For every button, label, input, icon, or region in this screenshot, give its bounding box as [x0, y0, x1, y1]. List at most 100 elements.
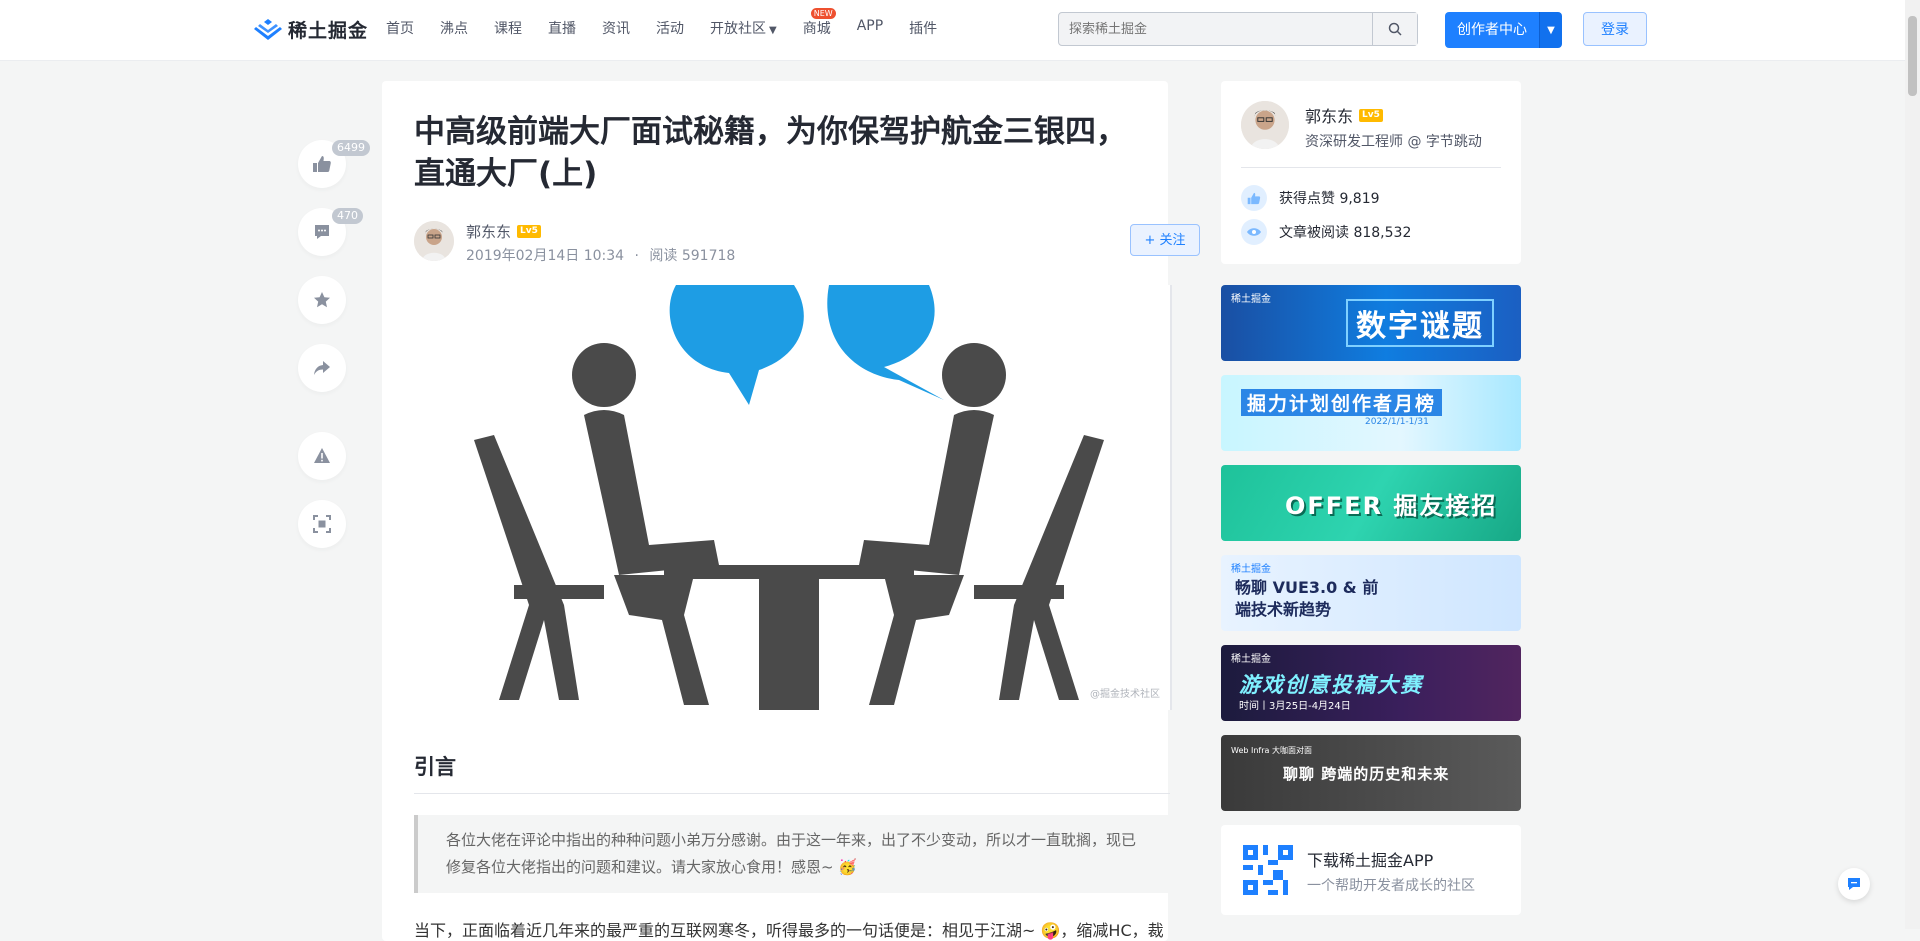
- banner-tag: 稀土掘金: [1231, 564, 1271, 575]
- search-box: [1058, 12, 1418, 46]
- banner-creator-ranking[interactable]: 掘力计划创作者月榜 2022/1/1-1/31: [1221, 375, 1521, 451]
- author-card: 郭东东 Lv5 资深研发工程师 @ 字节跳动 获得点赞 9,819 文章被阅读 …: [1221, 81, 1521, 264]
- article-author-info: 郭东东 Lv5 2019年02月14日 10:34 · 阅读 591718 + …: [414, 221, 1200, 265]
- star-icon: [314, 292, 330, 308]
- reads-label: 文章被阅读: [1279, 225, 1349, 241]
- article-meta: 2019年02月14日 10:34 · 阅读 591718: [466, 245, 735, 265]
- banner-title: 掘力计划创作者月榜: [1241, 389, 1443, 416]
- favorite-button[interactable]: [298, 276, 346, 324]
- app-download-card[interactable]: 下载稀土掘金APP 一个帮助开发者成长的社区: [1221, 825, 1521, 915]
- nav-live[interactable]: 直播: [548, 18, 576, 38]
- app-download-subtitle: 一个帮助开发者成长的社区: [1307, 878, 1475, 894]
- nav-plugins[interactable]: 插件: [909, 18, 937, 38]
- banner-tag: 稀土掘金: [1231, 294, 1271, 305]
- juejin-logo-icon: [254, 18, 282, 40]
- thumbs-up-icon: [313, 156, 331, 172]
- level-badge: Lv5: [1359, 108, 1383, 122]
- eye-icon: [1241, 219, 1267, 245]
- level-badge: Lv5: [517, 225, 541, 238]
- comment-button[interactable]: 470: [298, 208, 363, 256]
- logo-text: 稀土掘金: [288, 20, 369, 42]
- author-avatar-image: [414, 221, 454, 261]
- nav-shop[interactable]: 商城 NEW: [802, 8, 836, 38]
- like-button[interactable]: 6499: [298, 140, 370, 188]
- cover-watermark: @掘金技术社区: [1090, 689, 1160, 700]
- nav-open-community[interactable]: 开放社区 ▼: [710, 18, 777, 38]
- article-main: 中高级前端大厂面试秘籍，为你保驾护航金三银四，直通大厂(上) 郭东东 Lv5 2…: [382, 81, 1200, 941]
- author-card-name[interactable]: 郭东东: [1305, 103, 1353, 127]
- banner-tag: 稀土掘金: [1231, 654, 1271, 665]
- banner-title: 聊聊 跨端的历史和未来: [1283, 764, 1450, 783]
- likes-label: 获得点赞: [1279, 191, 1335, 207]
- chat-icon: [1848, 878, 1860, 890]
- author-avatar-image: [1241, 101, 1289, 149]
- author-name-row: 郭东东 Lv5: [466, 221, 541, 242]
- like-count: 6499: [332, 140, 370, 156]
- banner-game-contest[interactable]: 稀土掘金 游戏创意投稿大赛 时间丨3月25日-4月24日: [1221, 645, 1521, 721]
- top-navbar: 稀土掘金 首页 沸点 课程 直播 资讯 活动 开放社区 ▼ 商城 NEW APP 插…: [0, 0, 1905, 61]
- login-button[interactable]: 登录: [1583, 12, 1647, 46]
- search-icon: [1388, 22, 1402, 36]
- nav-news[interactable]: 资讯: [602, 18, 630, 38]
- banner-title: 数字谜题: [1346, 299, 1494, 347]
- banner-title: OFFER 掘友接招: [1285, 491, 1498, 520]
- reads-value: 818,532: [1353, 225, 1412, 241]
- publish-date: 2019年02月14日 10:34: [466, 248, 625, 264]
- nav-shop-label: 商城: [802, 21, 831, 37]
- creator-dropdown-button[interactable]: ▼: [1539, 12, 1562, 48]
- report-button[interactable]: [298, 432, 346, 480]
- page-scrollbar[interactable]: [1905, 0, 1920, 929]
- scrollbar-thumb[interactable]: [1908, 16, 1917, 96]
- nav-events[interactable]: 活动: [656, 18, 684, 38]
- reads-stat: 文章被阅读 818,532: [1241, 219, 1411, 245]
- thumbs-up-icon: [1241, 185, 1267, 211]
- meta-separator: ·: [634, 248, 639, 264]
- nav-open-community-label: 开放社区: [710, 21, 766, 37]
- app-download-title: 下载稀土掘金APP: [1307, 851, 1434, 870]
- avatar[interactable]: [1241, 101, 1289, 149]
- likes-value: 9,819: [1339, 191, 1380, 207]
- banner-number-puzzle[interactable]: 稀土掘金 数字谜题: [1221, 285, 1521, 361]
- warning-icon: [314, 448, 330, 463]
- article-title: 中高级前端大厂面试秘籍，为你保驾护航金三银四，直通大厂(上): [414, 114, 1127, 192]
- creator-center: 创作者中心 ▼: [1445, 12, 1562, 48]
- likes-stat: 获得点赞 9,819: [1241, 185, 1380, 211]
- nav-courses[interactable]: 课程: [494, 18, 522, 38]
- nav-home[interactable]: 首页: [386, 18, 414, 38]
- caret-down-icon: ▼: [1547, 24, 1555, 36]
- logo[interactable]: 稀土掘金: [254, 16, 368, 43]
- banner-cross-platform[interactable]: Web Infra 大咖面对面 聊聊 跨端的历史和未来: [1221, 735, 1521, 811]
- share-icon: [314, 361, 330, 375]
- nav-app[interactable]: APP: [857, 18, 883, 38]
- blockquote: 各位大佬在评论中指出的种种问题小弟万分感谢。由于这一年来，出了不少变动，所以才一…: [414, 815, 1170, 893]
- banner-subtitle: 2022/1/1-1/31: [1365, 417, 1429, 427]
- banner-title: 游戏创意投稿大赛: [1239, 673, 1423, 697]
- fullscreen-icon: [313, 515, 331, 533]
- main-nav: 首页 沸点 课程 直播 资讯 活动 开放社区 ▼ 商城 NEW APP 插件: [386, 8, 963, 38]
- avatar[interactable]: [414, 221, 454, 261]
- new-badge: NEW: [810, 8, 836, 19]
- share-button[interactable]: [298, 344, 346, 392]
- banner-title: 畅聊 VUE3.0 & 前端技术新趋势: [1235, 578, 1379, 619]
- chevron-down-icon: ▼: [769, 25, 777, 36]
- follow-button[interactable]: + 关注: [1130, 224, 1200, 256]
- focus-mode-button[interactable]: [298, 500, 346, 548]
- comment-icon: [315, 225, 329, 239]
- banner-subtitle: 时间丨3月25日-4月24日: [1239, 701, 1351, 712]
- cover-image: @掘金技术社区: [414, 285, 1172, 710]
- banner-offer[interactable]: OFFER 掘友接招: [1221, 465, 1521, 541]
- divider: [1241, 167, 1501, 168]
- nav-pins[interactable]: 沸点: [440, 18, 468, 38]
- author-name[interactable]: 郭东东: [466, 221, 511, 242]
- read-count: 阅读 591718: [649, 248, 736, 264]
- article-paragraph: 当下，正面临着近几年来的最严重的互联网寒冬，听得最多的一句话便是：相见于江湖~ …: [414, 921, 1164, 940]
- comment-count: 470: [332, 208, 363, 224]
- interview-illustration: [474, 285, 1104, 710]
- search-input[interactable]: [1059, 13, 1379, 45]
- banner-vue3[interactable]: 稀土掘金 畅聊 VUE3.0 & 前端技术新趋势: [1221, 555, 1521, 631]
- search-button[interactable]: [1372, 13, 1417, 45]
- qr-code-icon: [1243, 845, 1293, 895]
- feedback-button[interactable]: [1838, 868, 1870, 900]
- creator-center-button[interactable]: 创作者中心: [1445, 12, 1539, 48]
- banner-tag: Web Infra 大咖面对面: [1231, 746, 1312, 755]
